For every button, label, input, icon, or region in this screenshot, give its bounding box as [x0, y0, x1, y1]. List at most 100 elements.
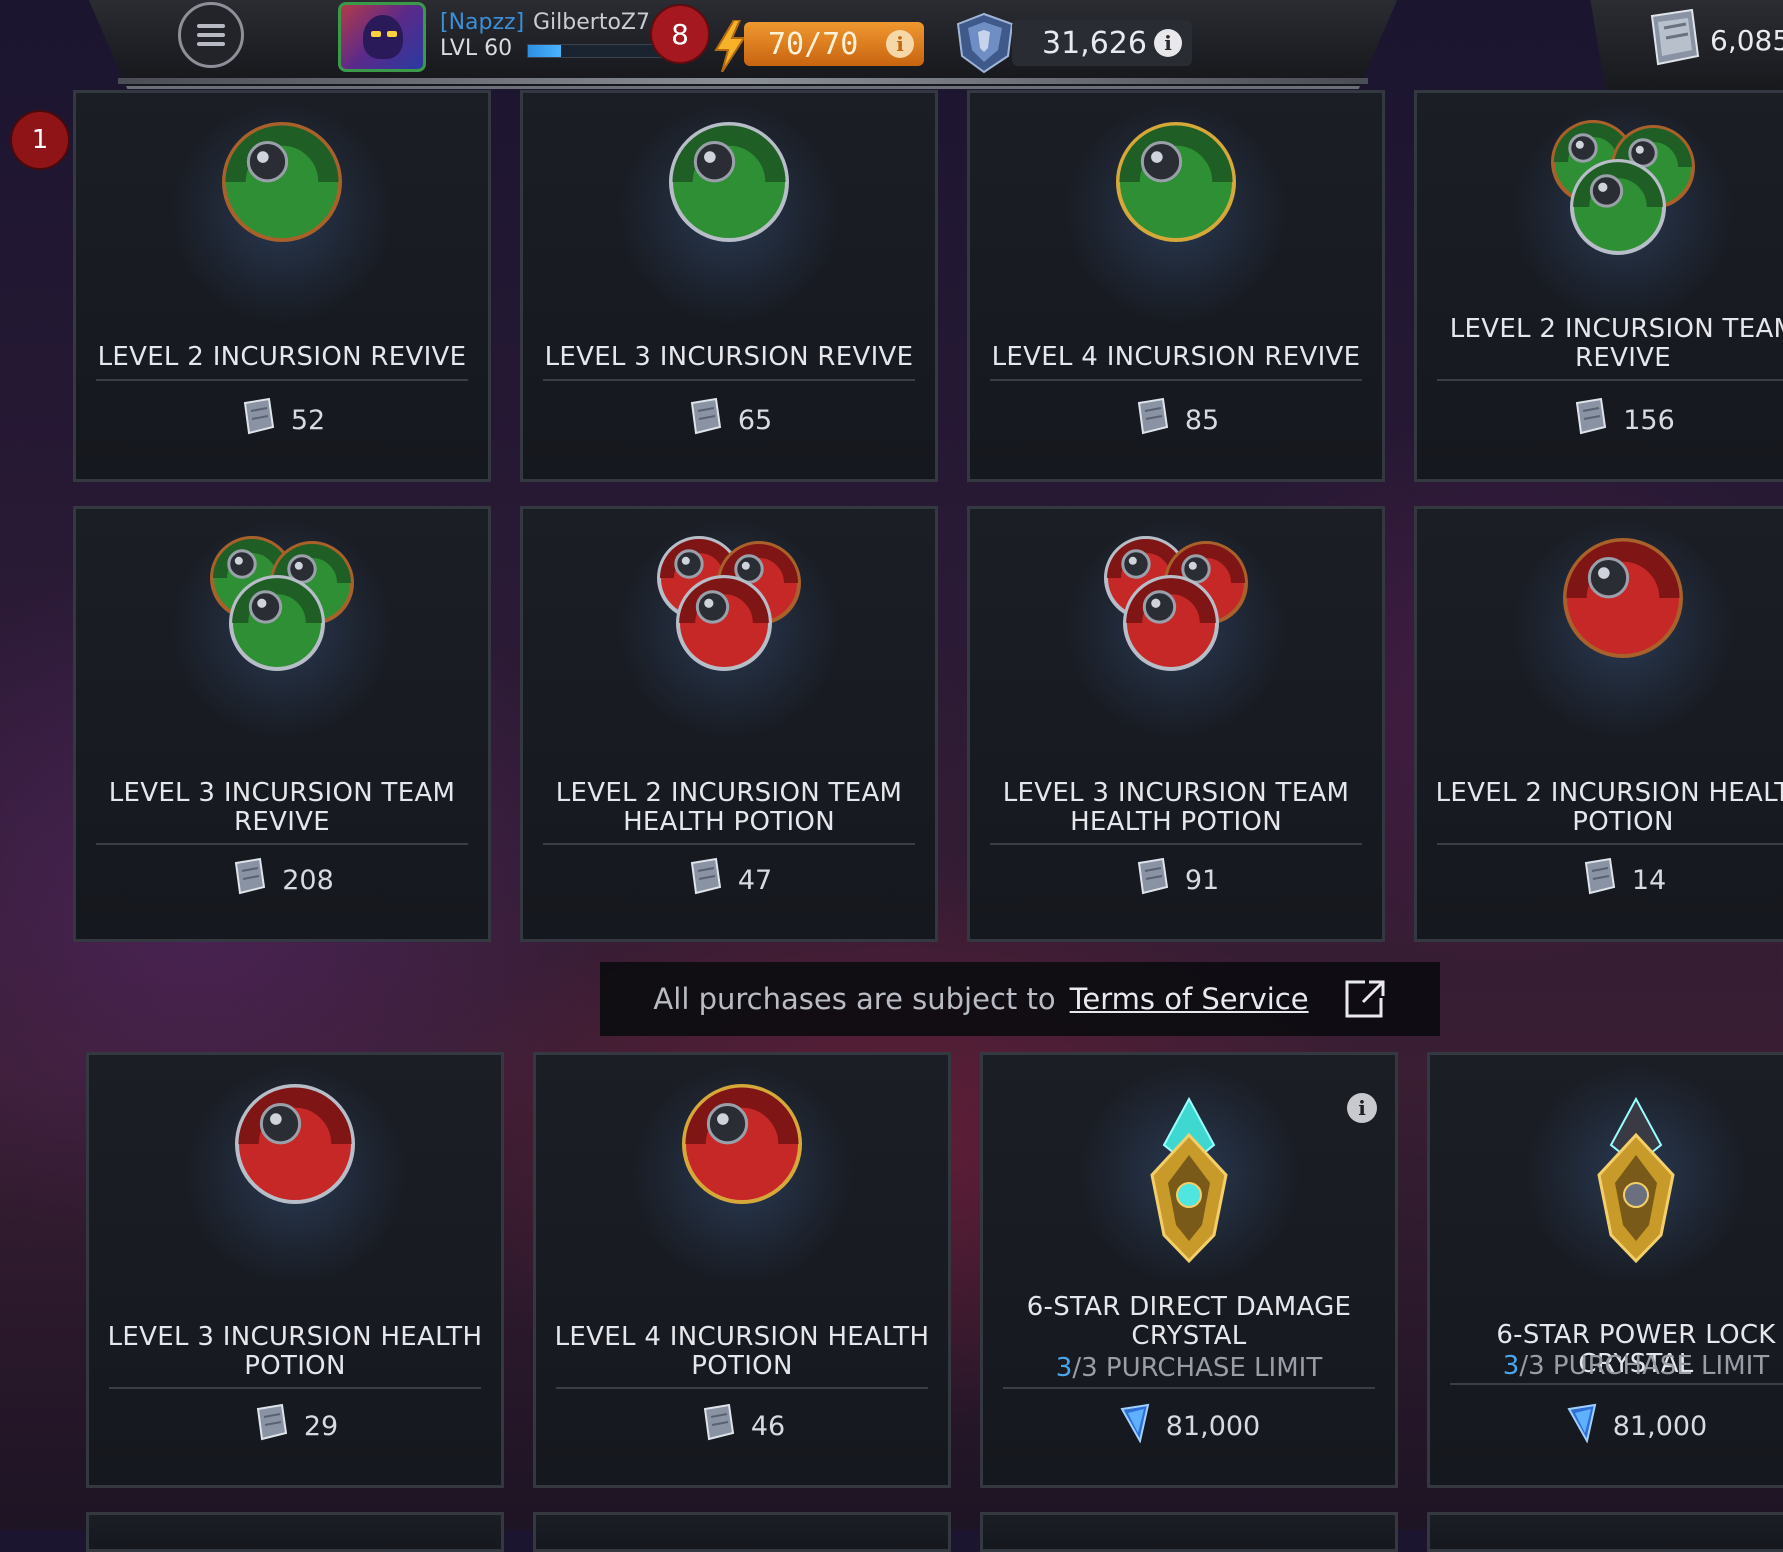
store-item-card[interactable]: LEVEL 2 INCURSION REVIVE 52: [73, 90, 491, 482]
units-icon: [686, 857, 724, 904]
card-divider: [990, 379, 1362, 381]
item-title: LEVEL 4 INCURSION HEALTH POTION: [554, 1322, 930, 1381]
store-item-card[interactable]: 6-STAR POWER LOCK CRYSTAL 3/3 PURCHASE LI…: [1427, 1052, 1783, 1488]
store-item-card[interactable]: LEVEL 2 INCURSION TEAM REVIVE 156: [1414, 90, 1783, 482]
item-price[interactable]: 46: [536, 1403, 948, 1450]
item-price[interactable]: 91: [970, 857, 1382, 904]
item-title: LEVEL 2 INCURSION TEAM REVIVE: [1449, 314, 1783, 373]
store-item-card[interactable]: LEVEL 3 INCURSION HEALTH POTION 29: [86, 1052, 504, 1488]
units-icon: [230, 857, 268, 904]
units-icon: [252, 1403, 290, 1450]
item-title: 6-STAR DIRECT DAMAGE CRYSTAL: [1026, 1292, 1352, 1351]
revive-green-icon: [649, 107, 809, 261]
team-potion-red-icon: [644, 523, 814, 687]
store-item-card[interactable]: 6-STAR DIRECT DAMAGE CRYSTAL 3/3 PURCHASE…: [980, 1052, 1398, 1488]
store-item-card[interactable]: LEVEL 4 INCURSION REVIVE 85: [967, 90, 1385, 482]
card-divider: [1437, 379, 1783, 381]
energy-icon: [714, 20, 746, 72]
units-value: 6,085: [1710, 24, 1783, 57]
store-item-card[interactable]: LEVEL 3 INCURSION TEAM HEALTH POTION 91: [967, 506, 1385, 942]
avatar[interactable]: [338, 2, 426, 72]
revive-green-icon: [1096, 107, 1256, 261]
tos-prefix: All purchases are subject to: [653, 982, 1056, 1016]
item-title: LEVEL 3 INCURSION HEALTH POTION: [107, 1322, 483, 1381]
card-divider: [990, 843, 1362, 845]
item-title: LEVEL 3 INCURSION TEAM HEALTH POTION: [1002, 778, 1350, 837]
item-price[interactable]: 14: [1417, 857, 1783, 904]
units-icon: [1650, 8, 1700, 66]
item-info-icon[interactable]: i: [1347, 1093, 1377, 1123]
potion-red-icon: [662, 1069, 822, 1223]
card-divider: [543, 843, 915, 845]
card-divider: [543, 379, 915, 381]
card-divider: [1437, 843, 1783, 845]
item-price[interactable]: 156: [1417, 397, 1783, 444]
units-icon: [239, 397, 277, 444]
purchase-limit-current: 3: [1055, 1353, 1073, 1383]
store-item-card[interactable]: [1427, 1512, 1783, 1552]
energy-value: 70/70: [768, 26, 859, 62]
item-price-value: 29: [303, 1411, 339, 1442]
page-badge: 1: [10, 110, 70, 170]
energy-meter[interactable]: 70/70 i: [744, 22, 924, 66]
notification-badge[interactable]: 8: [650, 4, 710, 64]
item-price[interactable]: 85: [970, 397, 1382, 444]
units-icon: [1580, 857, 1618, 904]
item-price[interactable]: 29: [89, 1403, 501, 1450]
item-price[interactable]: 81,000: [1430, 1403, 1783, 1450]
item-title: LEVEL 3 INCURSION REVIVE: [544, 342, 914, 372]
tos-link[interactable]: Terms of Service: [1070, 982, 1309, 1016]
store-item-card[interactable]: [86, 1512, 504, 1552]
gold-value: 31,626: [1042, 25, 1147, 61]
item-price-value: 208: [282, 865, 334, 896]
item-price-value: 85: [1184, 405, 1220, 436]
team-revive-green-icon: [197, 523, 367, 687]
menu-button[interactable]: [178, 2, 244, 68]
purchase-limit: 3/3 PURCHASE LIMIT: [1430, 1351, 1783, 1381]
external-link-icon[interactable]: [1343, 978, 1387, 1020]
item-price-value: 156: [1623, 405, 1675, 436]
item-price[interactable]: 52: [76, 397, 488, 444]
shards-icon: [1118, 1403, 1152, 1450]
item-price-value: 52: [290, 405, 326, 436]
item-price[interactable]: 208: [76, 857, 488, 904]
crystal-dark-icon: [1581, 1095, 1691, 1269]
card-divider: [1450, 1383, 1783, 1385]
item-price[interactable]: 47: [523, 857, 935, 904]
crystal-teal-icon: [1134, 1095, 1244, 1269]
units-icon: [699, 1403, 737, 1450]
item-price-value: 14: [1631, 865, 1667, 896]
store-item-card[interactable]: [980, 1512, 1398, 1552]
item-price-value: 47: [737, 865, 773, 896]
item-price-value: 81,000: [1612, 1411, 1708, 1442]
team-potion-red-icon: [1091, 523, 1261, 687]
store-item-card[interactable]: LEVEL 3 INCURSION TEAM REVIVE 208: [73, 506, 491, 942]
item-price[interactable]: 65: [523, 397, 935, 444]
store-item-card[interactable]: LEVEL 3 INCURSION REVIVE 65: [520, 90, 938, 482]
gold-meter[interactable]: 31,626 i: [1012, 20, 1192, 66]
potion-red-icon: [1543, 523, 1703, 677]
store-item-card[interactable]: [533, 1512, 951, 1552]
player-name: GilbertoZ7: [533, 10, 650, 35]
units-icon: [1133, 397, 1171, 444]
store-item-card[interactable]: LEVEL 2 INCURSION TEAM HEALTH POTION 47: [520, 506, 938, 942]
item-price-value: 46: [750, 1411, 786, 1442]
card-divider: [556, 1387, 928, 1389]
units-icon: [686, 397, 724, 444]
item-price[interactable]: 81,000: [983, 1403, 1395, 1450]
item-title: LEVEL 4 INCURSION REVIVE: [991, 342, 1361, 372]
item-title: LEVEL 2 INCURSION HEALTH POTION: [1435, 778, 1783, 837]
item-price-value: 91: [1184, 865, 1220, 896]
card-divider: [96, 379, 468, 381]
store-item-card[interactable]: LEVEL 4 INCURSION HEALTH POTION 46: [533, 1052, 951, 1488]
store-item-card[interactable]: LEVEL 2 INCURSION HEALTH POTION 14: [1414, 506, 1783, 942]
menu-icon: [197, 24, 225, 46]
gold-info-icon[interactable]: i: [1154, 29, 1182, 57]
shards-icon: [1565, 1403, 1599, 1450]
purchase-limit-text: /3 PURCHASE LIMIT: [1072, 1353, 1323, 1383]
team-revive-green-icon: [1538, 107, 1708, 271]
item-title: LEVEL 2 INCURSION REVIVE: [97, 342, 467, 372]
item-price-value: 81,000: [1165, 1411, 1261, 1442]
energy-info-icon[interactable]: i: [886, 30, 914, 58]
item-title: LEVEL 2 INCURSION TEAM HEALTH POTION: [555, 778, 903, 837]
